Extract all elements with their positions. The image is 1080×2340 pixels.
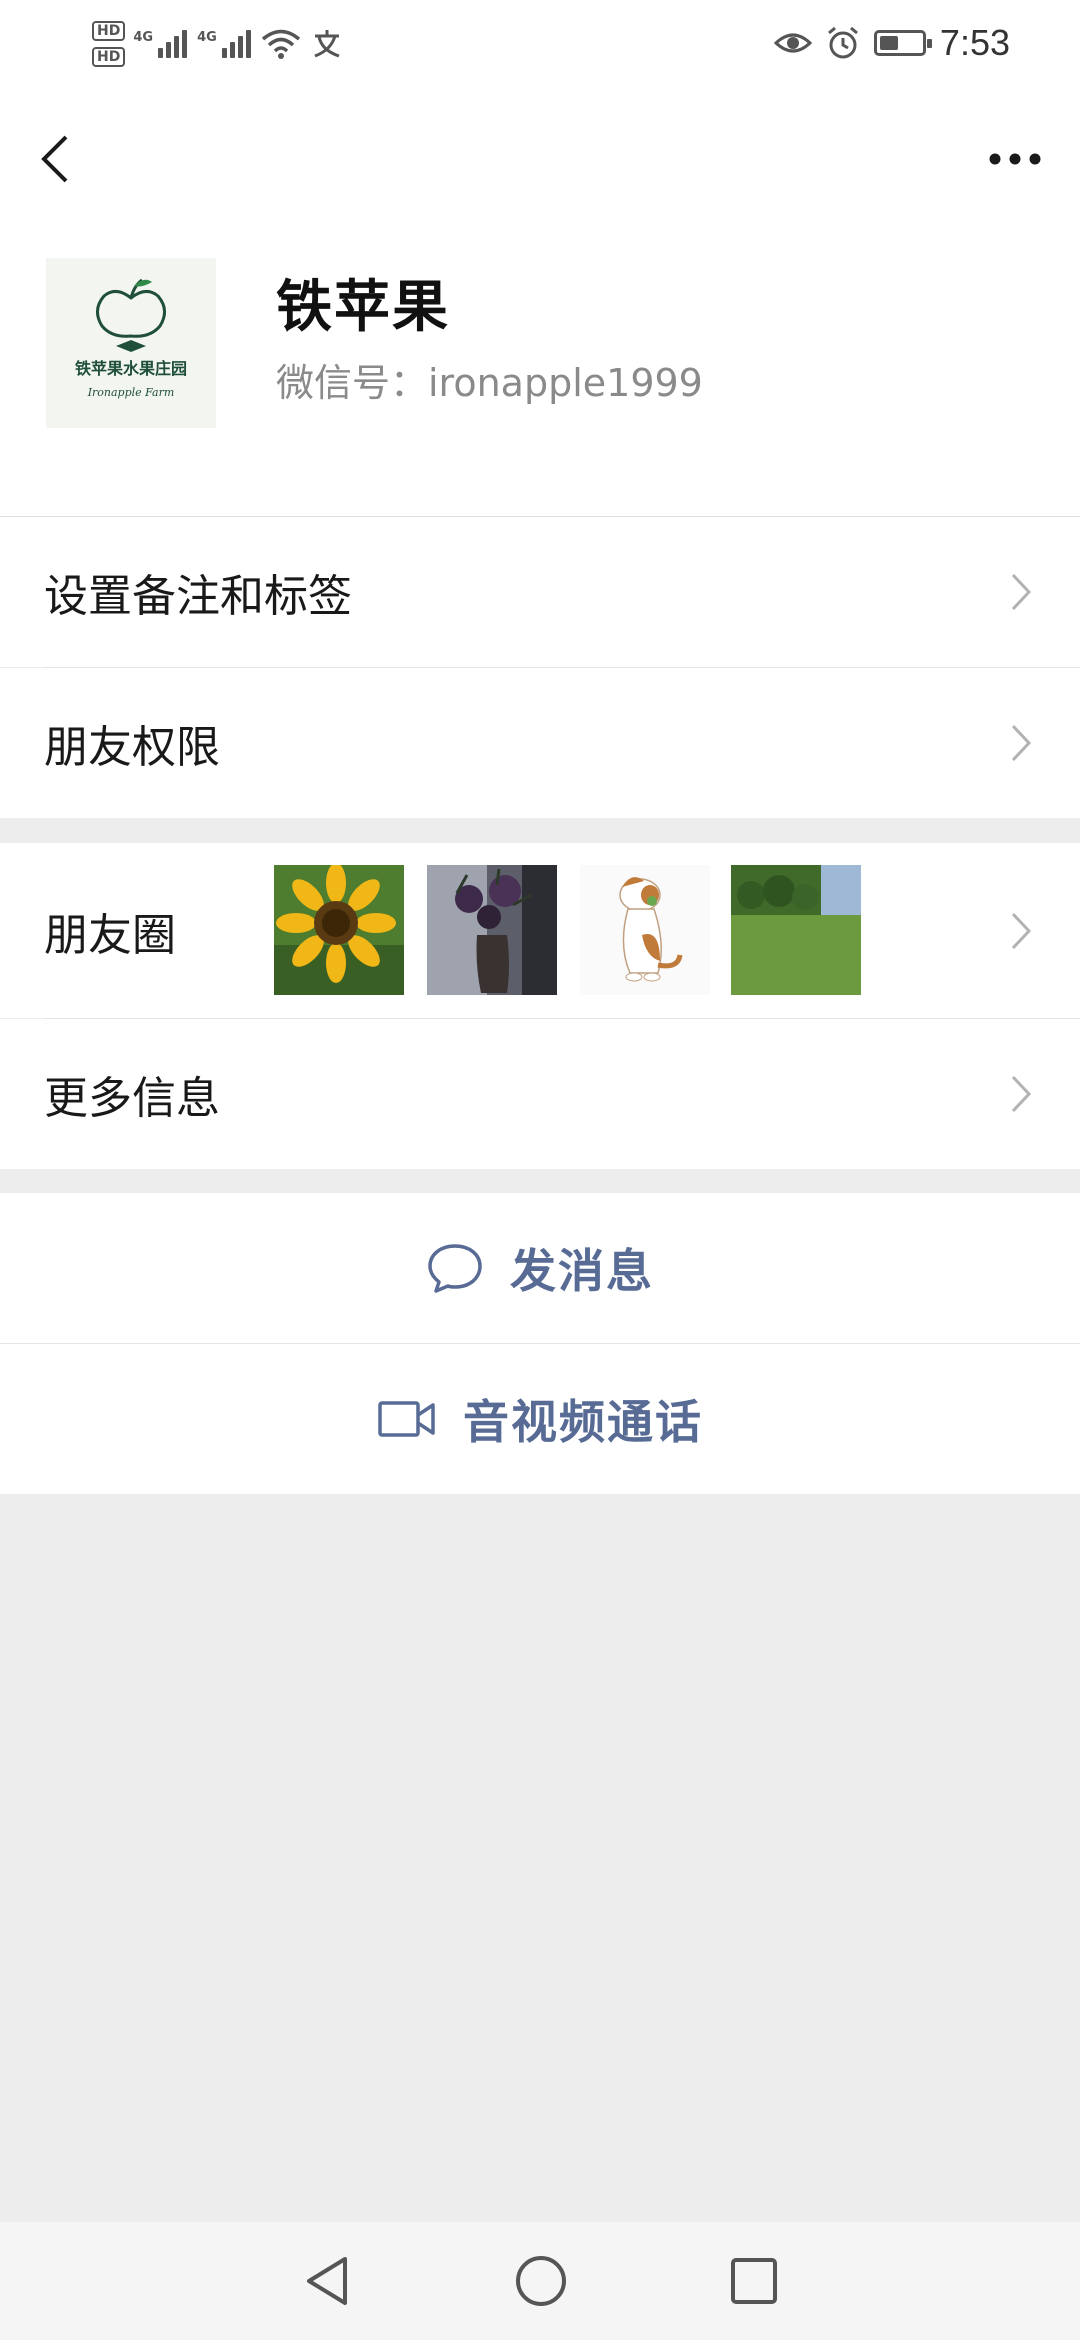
friend-permissions-row[interactable]: 朋友权限	[0, 668, 1080, 818]
chevron-right-icon	[1011, 1075, 1032, 1113]
more-info-row[interactable]: 更多信息	[0, 1019, 1080, 1169]
video-call-button[interactable]: 音视频通话	[0, 1344, 1080, 1494]
alarm-icon	[827, 26, 858, 59]
signal-1-icon: 4G	[133, 30, 188, 58]
hd-indicators: HD HD	[92, 21, 126, 67]
alipay-icon	[314, 30, 340, 58]
chevron-right-icon	[1011, 573, 1032, 611]
recents-square-icon[interactable]	[729, 2256, 779, 2306]
avatar-subtitle: Ironapple Farm	[87, 386, 175, 399]
send-message-label: 发消息	[510, 1244, 654, 1298]
hd1-badge: HD	[92, 21, 126, 41]
contact-name: 铁苹果	[276, 275, 450, 340]
more-info-label: 更多信息	[44, 1073, 220, 1124]
avatar-title: 铁苹果水果庄园	[75, 359, 187, 378]
back-button[interactable]	[30, 124, 80, 194]
chat-bubble-icon	[428, 1244, 482, 1293]
moments-row[interactable]: 朋友圈	[0, 843, 1080, 1018]
battery-icon	[873, 30, 932, 56]
moments-thumbnail-sunflower	[274, 865, 404, 995]
net2-label: 4G	[197, 30, 217, 45]
back-triangle-icon[interactable]	[301, 2253, 353, 2309]
contact-profile-screen: HD HD 4G 4G 7:53 铁苹果水果庄园 Ironapple Farm …	[0, 0, 1080, 2340]
signal-2-icon: 4G	[197, 30, 251, 58]
chevron-right-icon	[1011, 912, 1032, 949]
moments-thumbnail-field	[731, 865, 861, 995]
video-call-label: 音视频通话	[463, 1395, 703, 1449]
eye-icon	[773, 33, 812, 53]
moments-label: 朋友圈	[44, 909, 176, 961]
chevron-left-icon	[41, 135, 68, 183]
wechat-id: 微信号：ironapple1999	[276, 361, 703, 405]
status-bar: HD HD 4G 4G 7:53	[0, 0, 1080, 86]
status-time: 7:53	[939, 22, 1010, 63]
wifi-icon	[261, 29, 300, 59]
apple-logo: 铁苹果水果庄园 Ironapple Farm	[46, 258, 216, 428]
moments-thumbnail-cat	[580, 865, 710, 995]
more-button[interactable]	[970, 134, 1060, 184]
video-camera-icon	[378, 1401, 435, 1437]
hd2-badge: HD	[92, 47, 126, 67]
status-right: 7:53	[773, 20, 1010, 66]
chevron-right-icon	[1011, 724, 1032, 762]
friend-permissions-label: 朋友权限	[44, 722, 220, 773]
status-left: HD HD 4G 4G	[92, 14, 343, 74]
more-dots-icon	[989, 153, 1041, 165]
remark-tags-label: 设置备注和标签	[44, 571, 352, 622]
avatar[interactable]: 铁苹果水果庄园 Ironapple Farm	[46, 258, 216, 428]
net1-label: 4G	[133, 30, 154, 45]
profile-header: 铁苹果水果庄园 Ironapple Farm 铁苹果 微信号：ironapple…	[0, 86, 1080, 516]
moments-thumbnail-vase	[427, 865, 557, 995]
home-circle-icon[interactable]	[513, 2253, 569, 2309]
send-message-button[interactable]: 发消息	[0, 1193, 1080, 1343]
remark-tags-row[interactable]: 设置备注和标签	[0, 517, 1080, 667]
system-navigation-bar	[0, 2222, 1080, 2340]
